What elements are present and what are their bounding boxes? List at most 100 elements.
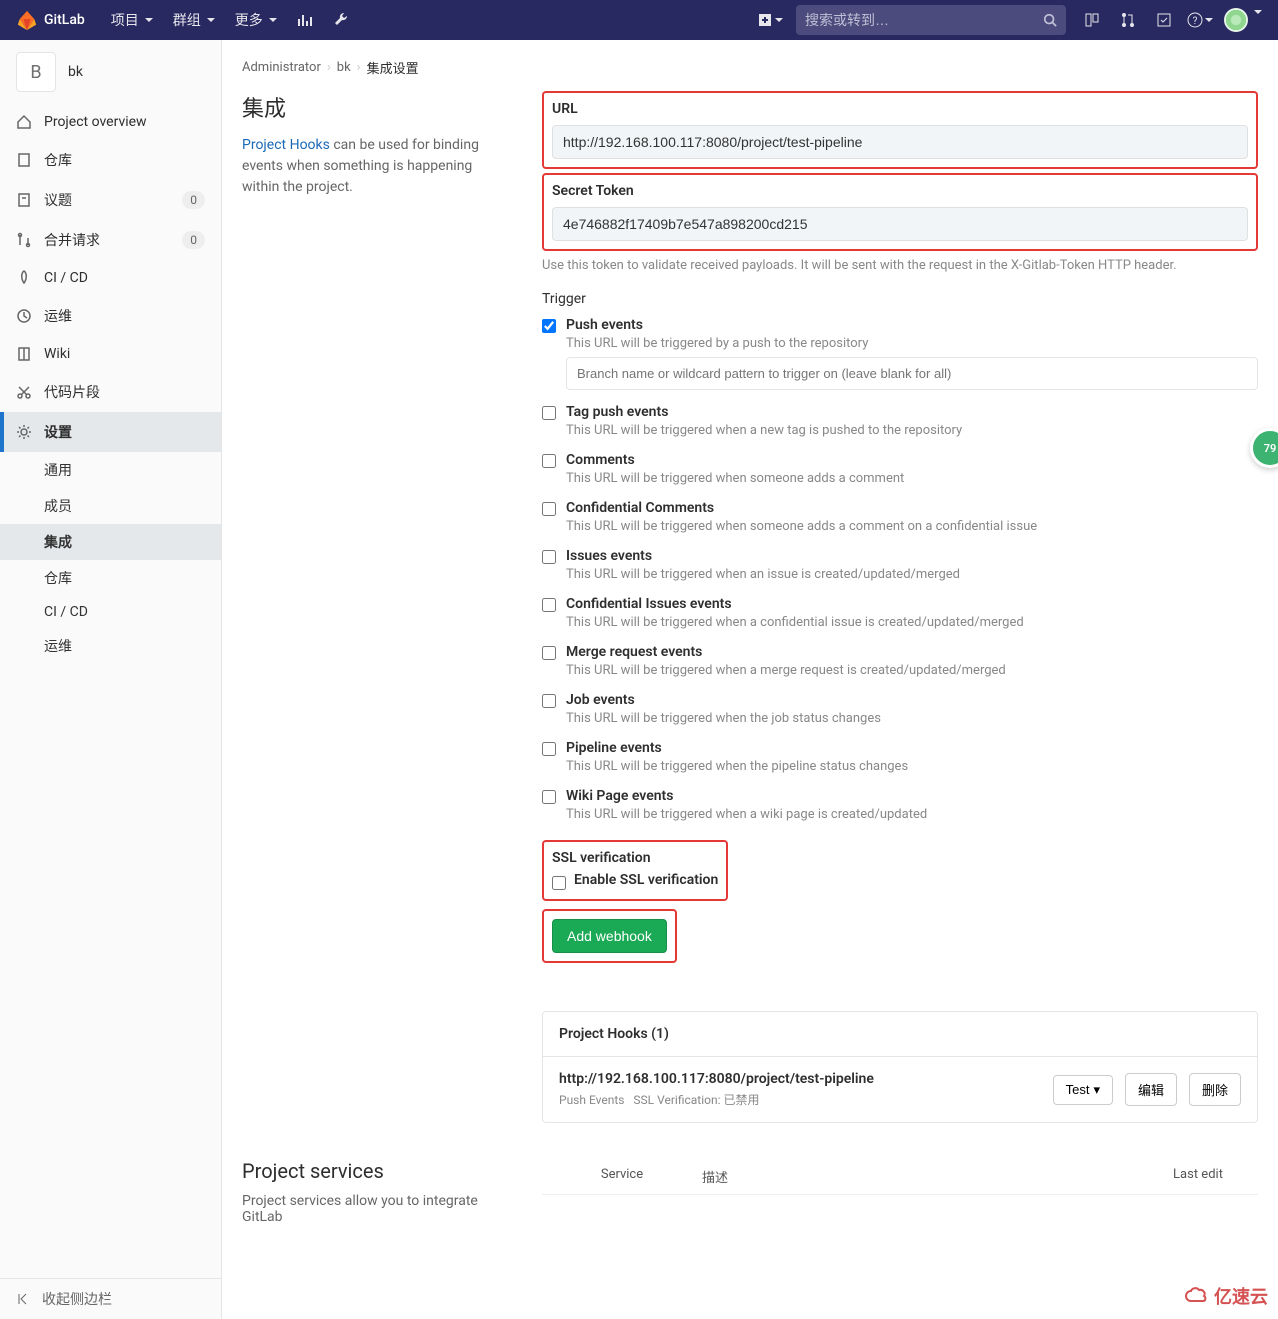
sidebar-item-repo[interactable]: 仓库 — [0, 140, 221, 180]
sidebar-label: 代码片段 — [44, 382, 100, 402]
sidebar-item-issues[interactable]: 议题0 — [0, 180, 221, 220]
sidebar-item-mr[interactable]: 合并请求 0 — [0, 220, 221, 260]
trigger-label: Tag push events — [566, 404, 1258, 420]
token-help: Use this token to validate received payl… — [542, 257, 1258, 275]
hook-meta-push: Push Events — [559, 1093, 624, 1107]
trigger-label: Confidential Issues events — [566, 596, 1258, 612]
intro-column: 集成 Project Hooks can be used for binding… — [242, 91, 482, 198]
trigger-desc: This URL will be triggered when a new ta… — [566, 423, 1258, 438]
sidebar-sub-repo[interactable]: 仓库 — [0, 560, 221, 596]
content: Administrator › bk › 集成设置 集成 Project Hoo… — [222, 40, 1278, 1319]
trigger-desc: This URL will be triggered when a wiki p… — [566, 807, 1258, 822]
add-webhook-button[interactable]: Add webhook — [552, 919, 667, 953]
trigger-row: Job eventsThis URL will be triggered whe… — [542, 692, 1258, 726]
sidebar-label: 设置 — [44, 422, 72, 442]
url-input[interactable] — [552, 125, 1248, 159]
submit-highlight: Add webhook — [542, 909, 677, 963]
edit-button[interactable]: 编辑 — [1125, 1073, 1177, 1106]
gitlab-logo[interactable]: GitLab — [16, 9, 85, 31]
crumb-root[interactable]: Administrator — [242, 60, 321, 75]
context-header[interactable]: B bk — [0, 40, 221, 104]
user-caret[interactable] — [1252, 12, 1262, 28]
trigger-desc: This URL will be triggered by a push to … — [566, 336, 1258, 351]
services-title: Project services — [242, 1159, 482, 1183]
sidebar-label: 合并请求 — [44, 230, 100, 250]
svg-text:?: ? — [1193, 16, 1198, 27]
trigger-row: Confidential CommentsThis URL will be tr… — [542, 500, 1258, 534]
trigger-row: Pipeline eventsThis URL will be triggere… — [542, 740, 1258, 774]
wrench-icon[interactable] — [323, 0, 359, 40]
trigger-row: CommentsThis URL will be triggered when … — [542, 452, 1258, 486]
hook-url: http://192.168.100.117:8080/project/test… — [559, 1071, 1041, 1087]
nav-todos-icon[interactable] — [1146, 0, 1182, 40]
sidebar-label: 运维 — [44, 306, 72, 326]
sidebar-item-snippets[interactable]: 代码片段 — [0, 372, 221, 412]
search-input[interactable] — [805, 12, 1043, 28]
trigger-checkbox[interactable] — [542, 790, 556, 804]
branch-filter-input[interactable] — [566, 357, 1258, 390]
project-hooks-link[interactable]: Project Hooks — [242, 137, 330, 153]
services-desc: Project services allow you to integrate … — [242, 1193, 482, 1225]
nav-help-icon[interactable]: ? — [1182, 0, 1218, 40]
activity-icon[interactable] — [287, 0, 323, 40]
sidebar-sub-general[interactable]: 通用 — [0, 452, 221, 488]
trigger-checkbox[interactable] — [542, 454, 556, 468]
trigger-checkbox[interactable] — [542, 694, 556, 708]
url-label: URL — [552, 101, 1248, 117]
sidebar-item-settings[interactable]: 设置 — [0, 412, 221, 452]
crumb-project[interactable]: bk — [337, 60, 351, 75]
plus-dropdown[interactable] — [752, 0, 788, 40]
hooks-panel: Project Hooks (1) http://192.168.100.117… — [542, 1011, 1258, 1123]
page-title: 集成 — [242, 91, 482, 123]
trigger-checkbox[interactable] — [542, 319, 556, 333]
sidebar-sub-ops[interactable]: 运维 — [0, 628, 221, 664]
sidebar-item-cicd[interactable]: CI / CD — [0, 260, 221, 296]
trigger-row: Wiki Page eventsThis URL will be trigger… — [542, 788, 1258, 822]
token-input[interactable] — [552, 207, 1248, 241]
trigger-desc: This URL will be triggered when a merge … — [566, 663, 1258, 678]
sidebar-sub-integrations[interactable]: 集成 — [0, 524, 221, 560]
collapse-sidebar[interactable]: 收起侧边栏 — [0, 1278, 221, 1319]
nav-projects[interactable]: 项目 — [101, 2, 163, 38]
trigger-checkbox[interactable] — [542, 598, 556, 612]
trigger-checkbox[interactable] — [542, 742, 556, 756]
ssl-row[interactable]: Enable SSL verification — [552, 872, 718, 891]
test-button[interactable]: Test▾ — [1053, 1075, 1113, 1105]
sidebar-label: CI / CD — [44, 270, 88, 286]
services-intro: Project services Project services allow … — [242, 1159, 482, 1225]
nav-groups[interactable]: 群组 — [163, 2, 225, 38]
gear-icon — [16, 424, 32, 440]
brand-text: GitLab — [44, 12, 85, 28]
sidebar-sub-cicd[interactable]: CI / CD — [0, 596, 221, 628]
breadcrumbs: Administrator › bk › 集成设置 — [242, 56, 1258, 91]
nav-mr-icon[interactable] — [1110, 0, 1146, 40]
sidebar-item-wiki[interactable]: Wiki — [0, 336, 221, 372]
sidebar-item-ops[interactable]: 运维 — [0, 296, 221, 336]
sidebar: B bk Project overview 仓库 议题0 合并请求 0 CI / … — [0, 40, 222, 1319]
user-avatar[interactable] — [1224, 8, 1248, 32]
trigger-checkbox[interactable] — [542, 502, 556, 516]
mr-badge: 0 — [182, 231, 205, 249]
trigger-row: Tag push events This URL will be triggere… — [542, 404, 1258, 438]
trigger-heading: Trigger — [542, 291, 1258, 307]
sidebar-item-overview[interactable]: Project overview — [0, 104, 221, 140]
trigger-label: Comments — [566, 452, 1258, 468]
ssl-checkbox[interactable] — [552, 876, 566, 890]
delete-button[interactable]: 删除 — [1189, 1073, 1241, 1106]
mr-icon — [16, 232, 32, 248]
ssl-heading: SSL verification — [552, 850, 718, 866]
trigger-checkbox[interactable] — [542, 550, 556, 564]
trigger-checkbox[interactable] — [542, 646, 556, 660]
collapse-icon — [16, 1291, 32, 1307]
nav-issues-icon[interactable] — [1074, 0, 1110, 40]
search-box[interactable] — [796, 5, 1066, 35]
trigger-desc: This URL will be triggered when an issue… — [566, 567, 1258, 582]
trigger-label: Job events — [566, 692, 1258, 708]
trigger-row: Merge request events This URL will be tri… — [542, 644, 1258, 678]
trigger-label: Merge request events — [566, 644, 1258, 660]
nav-more[interactable]: 更多 — [225, 2, 287, 38]
trigger-checkbox[interactable] — [542, 406, 556, 420]
sidebar-sub-members[interactable]: 成员 — [0, 488, 221, 524]
project-name: bk — [68, 64, 83, 80]
home-icon — [16, 114, 32, 130]
